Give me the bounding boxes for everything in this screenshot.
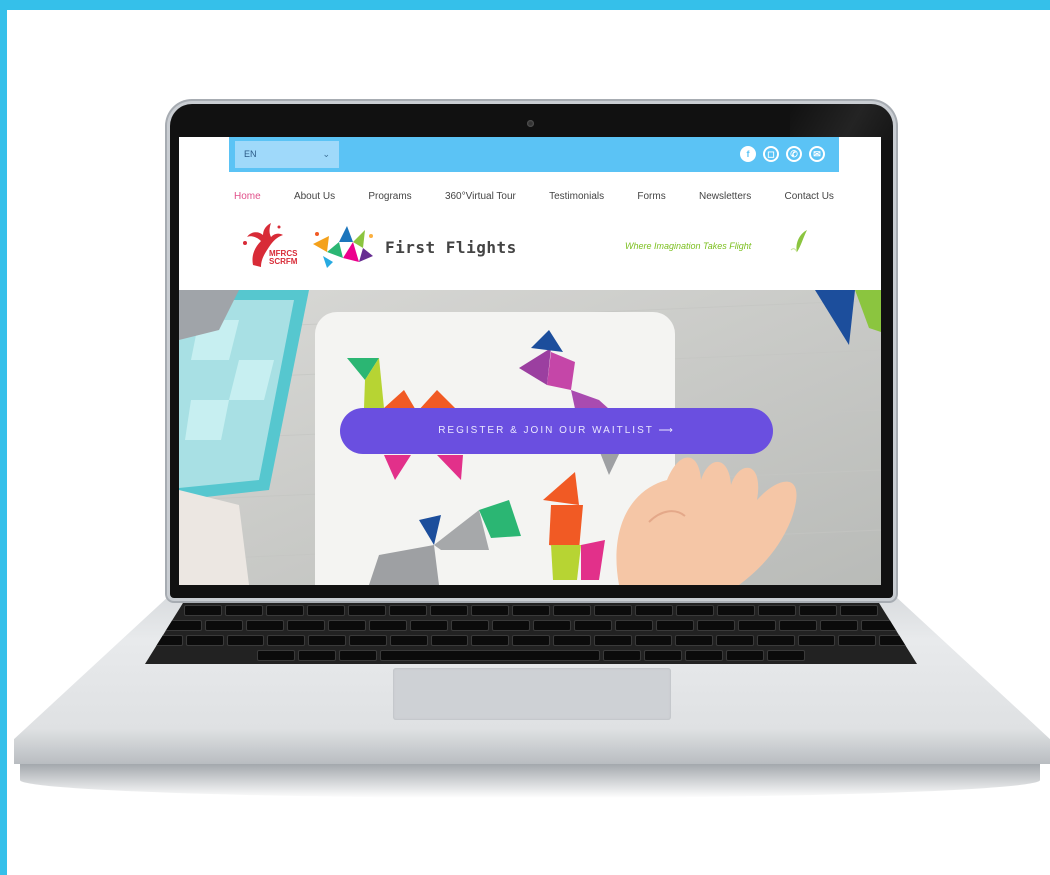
- nav-testimonials[interactable]: Testimonials: [549, 191, 604, 202]
- register-waitlist-button[interactable]: REGISTER & JOIN OUR WAITLIST ⟶: [340, 408, 773, 454]
- laptop-lid: EN ⌄ f ◻ ✆ ✉ Home About Us Programs 360°…: [170, 104, 893, 598]
- first-flights-bird-icon[interactable]: [309, 222, 379, 270]
- frame-left-border: [0, 0, 7, 875]
- leaf-icon: [790, 230, 807, 253]
- main-navigation: Home About Us Programs 360°Virtual Tour …: [234, 191, 834, 202]
- brand-name: First Flights: [385, 238, 517, 257]
- instagram-icon[interactable]: ◻: [763, 146, 779, 162]
- nav-forms[interactable]: Forms: [637, 191, 665, 202]
- hero-banner: REGISTER & JOIN OUR WAITLIST ⟶: [179, 290, 881, 585]
- laptop-keyboard: [145, 602, 917, 664]
- nav-virtual-tour[interactable]: 360°Virtual Tour: [445, 191, 516, 202]
- frame-top-border: [0, 0, 1050, 10]
- laptop-shadow: [20, 762, 1040, 798]
- laptop-trackpad: [393, 668, 671, 720]
- nav-about-us[interactable]: About Us: [294, 191, 335, 202]
- language-value: EN: [244, 149, 257, 159]
- facebook-icon[interactable]: f: [740, 146, 756, 162]
- lid-reflection: [790, 104, 893, 140]
- email-icon[interactable]: ✉: [809, 146, 825, 162]
- nav-newsletters[interactable]: Newsletters: [699, 191, 751, 202]
- webcam-icon: [527, 120, 534, 127]
- chevron-down-icon: ⌄: [322, 149, 330, 159]
- phone-icon[interactable]: ✆: [786, 146, 802, 162]
- language-select[interactable]: EN ⌄: [235, 141, 339, 168]
- site-top-bar: EN ⌄ f ◻ ✆ ✉: [229, 137, 839, 172]
- social-links: f ◻ ✆ ✉: [740, 146, 825, 162]
- nav-contact-us[interactable]: Contact Us: [784, 191, 833, 202]
- tagline: Where Imagination Takes Flight: [625, 241, 752, 251]
- nav-home[interactable]: Home: [234, 191, 261, 202]
- laptop-screen: EN ⌄ f ◻ ✆ ✉ Home About Us Programs 360°…: [179, 137, 881, 585]
- nav-programs[interactable]: Programs: [368, 191, 411, 202]
- mfrcs-logo-text: MFRCS SCRFM: [269, 249, 298, 266]
